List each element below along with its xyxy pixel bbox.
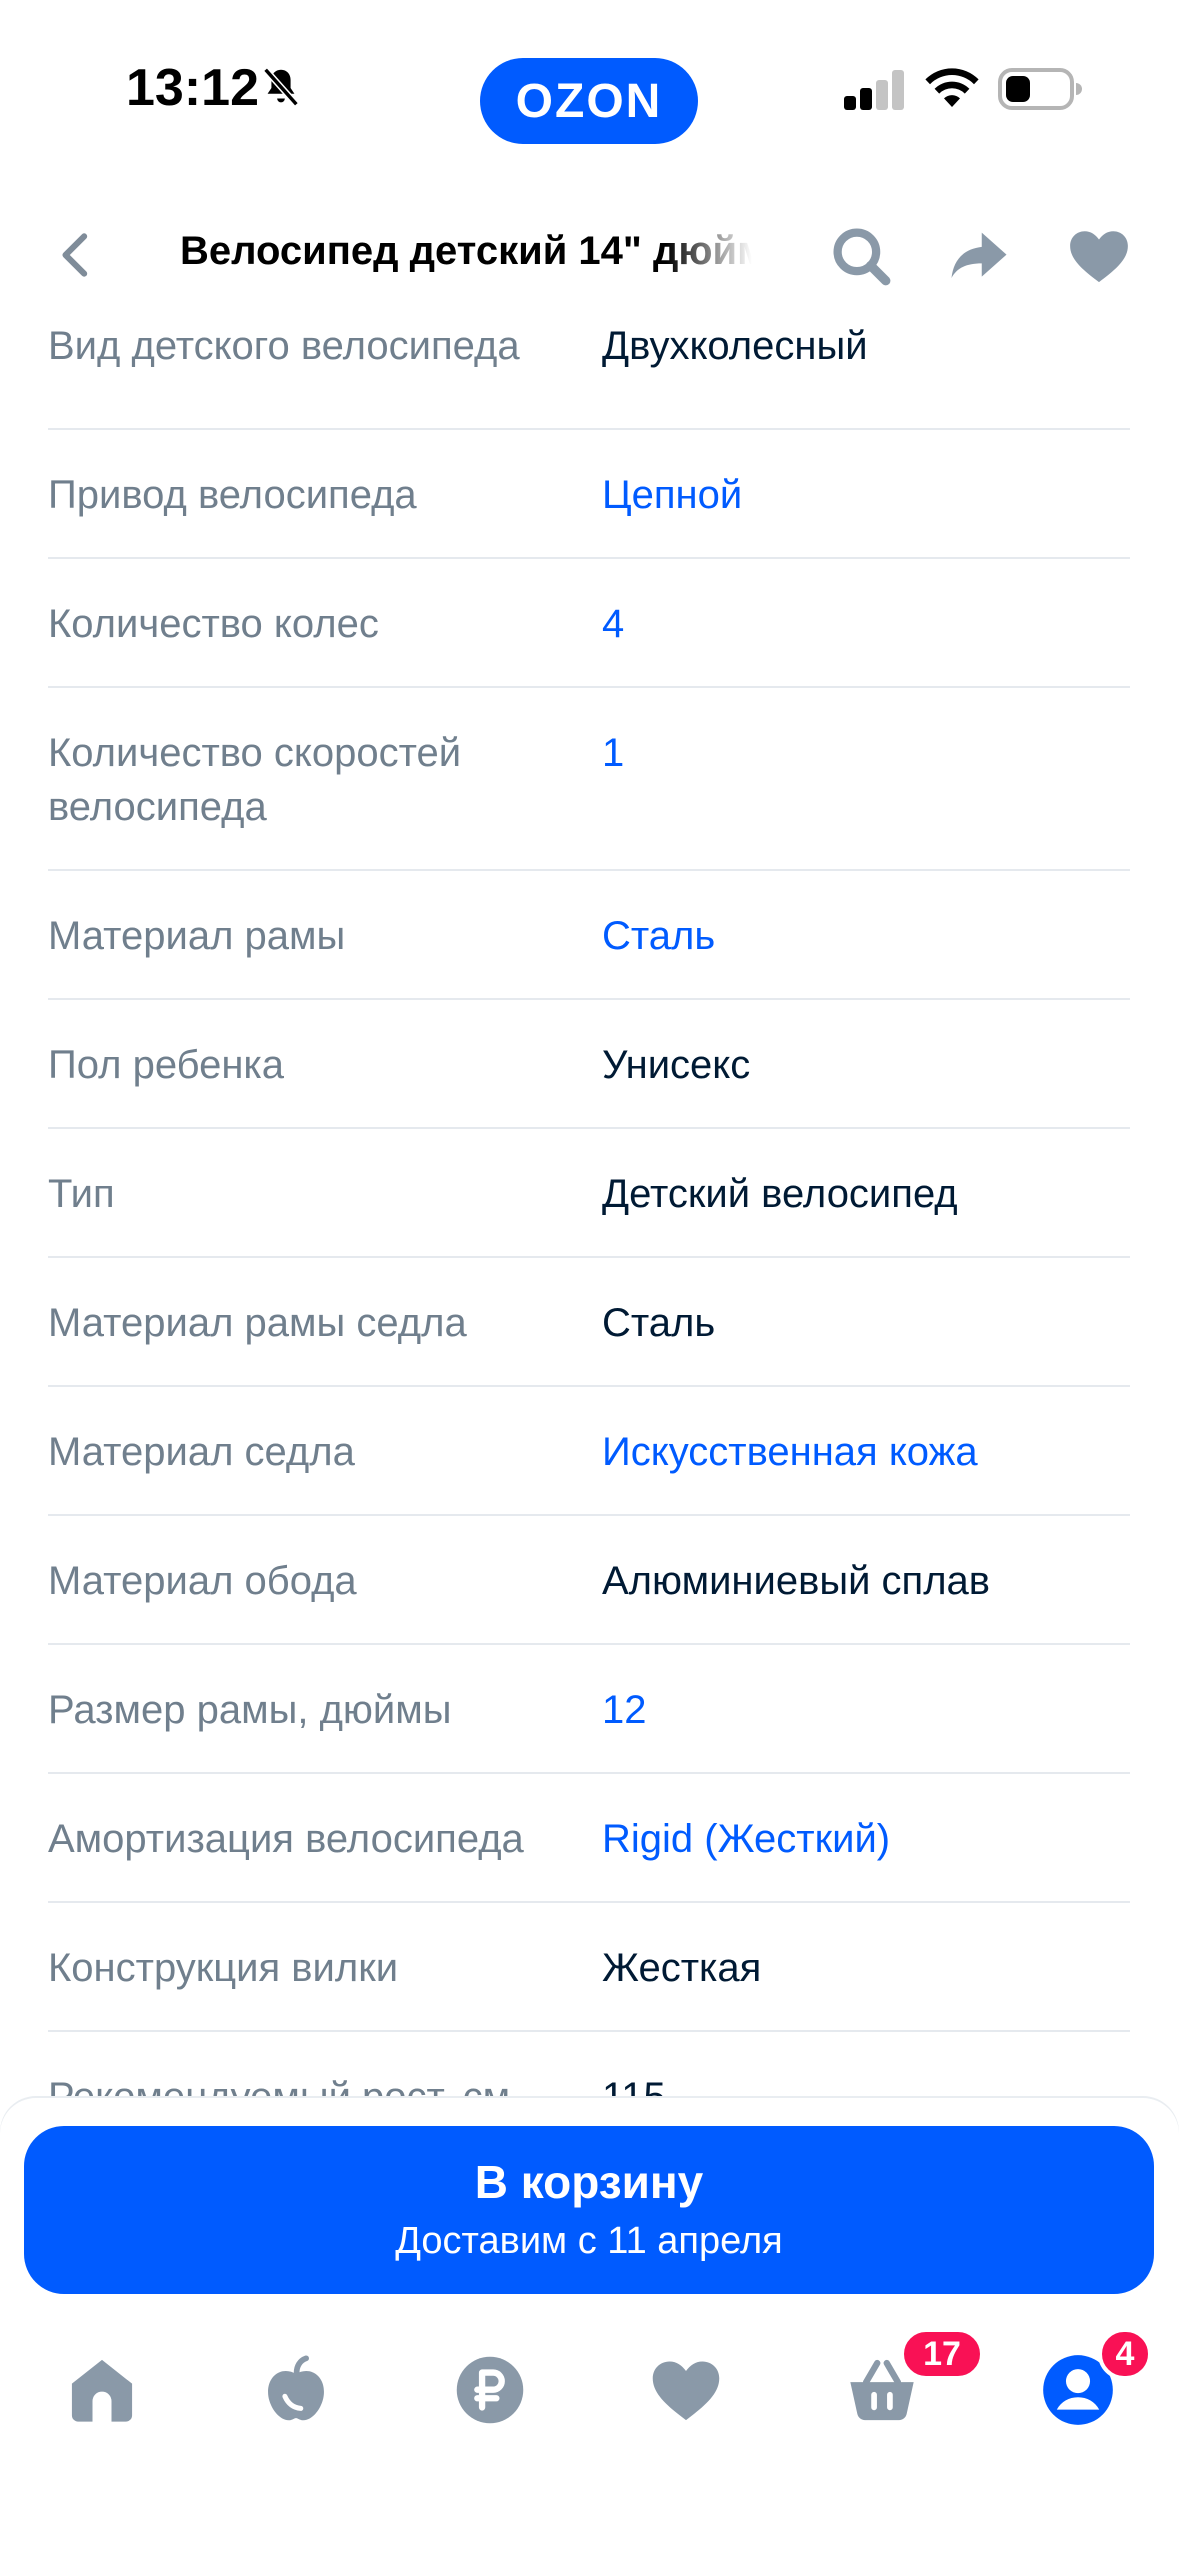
tab-bar: 17 4 — [0, 2328, 1179, 2450]
spec-row: Конструкция вилки Жесткая — [48, 1903, 1130, 2032]
spec-row: Материал обода Алюминиевый сплав — [48, 1516, 1130, 1645]
fresh-icon — [268, 2355, 324, 2421]
spec-name: Материал рамы — [48, 914, 346, 958]
spec-row: Привод велосипеда Цепной — [48, 430, 1130, 559]
tab-fresh[interactable] — [258, 2352, 334, 2428]
spec-value-link[interactable]: 1 — [602, 726, 1130, 834]
ruble-icon — [456, 2356, 524, 2424]
spec-row: Размер рамы, дюймы 12 — [48, 1645, 1130, 1774]
heart-icon[interactable] — [1066, 223, 1132, 289]
spec-row: Тип Детский велосипед — [48, 1129, 1130, 1258]
spec-name: Конструкция вилки — [48, 1946, 399, 1990]
search-icon[interactable] — [828, 223, 894, 289]
ozon-logo: OZON — [480, 58, 698, 144]
back-icon[interactable] — [48, 227, 104, 283]
wifi-icon — [925, 68, 979, 107]
spec-value: Сталь — [602, 1301, 716, 1345]
spec-value: Жесткая — [602, 1946, 762, 1990]
spec-value-link[interactable]: Искусственная кожа — [602, 1425, 1130, 1479]
spec-value: Алюминиевый сплав — [602, 1559, 991, 1603]
spec-row: Амортизация велосипеда Rigid (Жесткий) — [48, 1774, 1130, 1903]
spec-row: Материал рамы Сталь — [48, 871, 1130, 1000]
spec-row: Количество скоростей велосипеда 1 — [48, 688, 1130, 871]
add-to-cart-button[interactable]: В корзину Доставим с 11 апреля — [24, 2126, 1154, 2294]
spec-row: Вид детского велосипеда Двухколесный — [48, 305, 1130, 430]
spec-value-link[interactable]: Цепной — [602, 468, 1130, 522]
cart-count-badge: 17 — [900, 2328, 984, 2380]
product-header: Велосипед детский 14" дюйма — [0, 205, 1179, 305]
favorites-icon — [652, 2361, 720, 2421]
spec-name: Пол ребенка — [48, 1043, 285, 1087]
spec-value: Двухколесный — [602, 324, 868, 368]
tab-favorites[interactable] — [648, 2352, 724, 2428]
spec-name: Материал седла — [48, 1430, 355, 1474]
spec-row: Материал седла Искусственная кожа — [48, 1387, 1130, 1516]
specs-list: Вид детского велосипеда Двухколесный При… — [48, 305, 1130, 2105]
spec-name: Материал обода — [48, 1559, 357, 1603]
spec-value-link[interactable]: Сталь — [602, 909, 1130, 963]
status-bar: 13:12 OZON — [0, 0, 1179, 180]
spec-value-link[interactable]: 4 — [602, 597, 1130, 651]
home-icon — [71, 2359, 133, 2422]
spec-value: Детский велосипед — [602, 1172, 958, 1216]
share-icon[interactable] — [946, 223, 1012, 289]
spec-value: Унисекс — [602, 1043, 751, 1087]
tab-home[interactable] — [64, 2352, 140, 2428]
battery-icon — [998, 68, 1082, 110]
profile-notifications-badge: 4 — [1098, 2328, 1152, 2380]
spec-value-link[interactable]: 12 — [602, 1683, 1130, 1737]
spec-name: Материал рамы седла — [48, 1301, 467, 1345]
spec-row: Рекомендуемый рост, см 115 — [48, 2032, 1130, 2105]
signal-icon — [844, 70, 904, 110]
spec-name: Количество колес — [48, 602, 379, 646]
spec-row: Пол ребенка Унисекс — [48, 1000, 1130, 1129]
page-title: Велосипед детский 14" дюйма — [180, 229, 752, 273]
spec-name: Вид детского велосипеда — [48, 324, 520, 368]
delivery-date-label: Доставим с 11 апреля — [395, 2220, 783, 2262]
spec-name: Размер рамы, дюймы — [48, 1688, 452, 1732]
spec-row: Количество колес 4 — [48, 559, 1130, 688]
spec-name: Тип — [48, 1172, 115, 1216]
spec-name: Привод велосипеда — [48, 473, 417, 517]
spec-row: Материал рамы седла Сталь — [48, 1258, 1130, 1387]
add-to-cart-label: В корзину — [474, 2156, 704, 2208]
tab-finance[interactable] — [452, 2352, 528, 2428]
status-time: 13:12 — [126, 59, 259, 117]
spec-name: Количество скоростей велосипеда — [48, 731, 462, 829]
bell-slash-icon — [263, 67, 299, 107]
spec-name: Амортизация велосипеда — [48, 1817, 524, 1861]
spec-value-link[interactable]: Rigid (Жесткий) — [602, 1812, 1130, 1866]
